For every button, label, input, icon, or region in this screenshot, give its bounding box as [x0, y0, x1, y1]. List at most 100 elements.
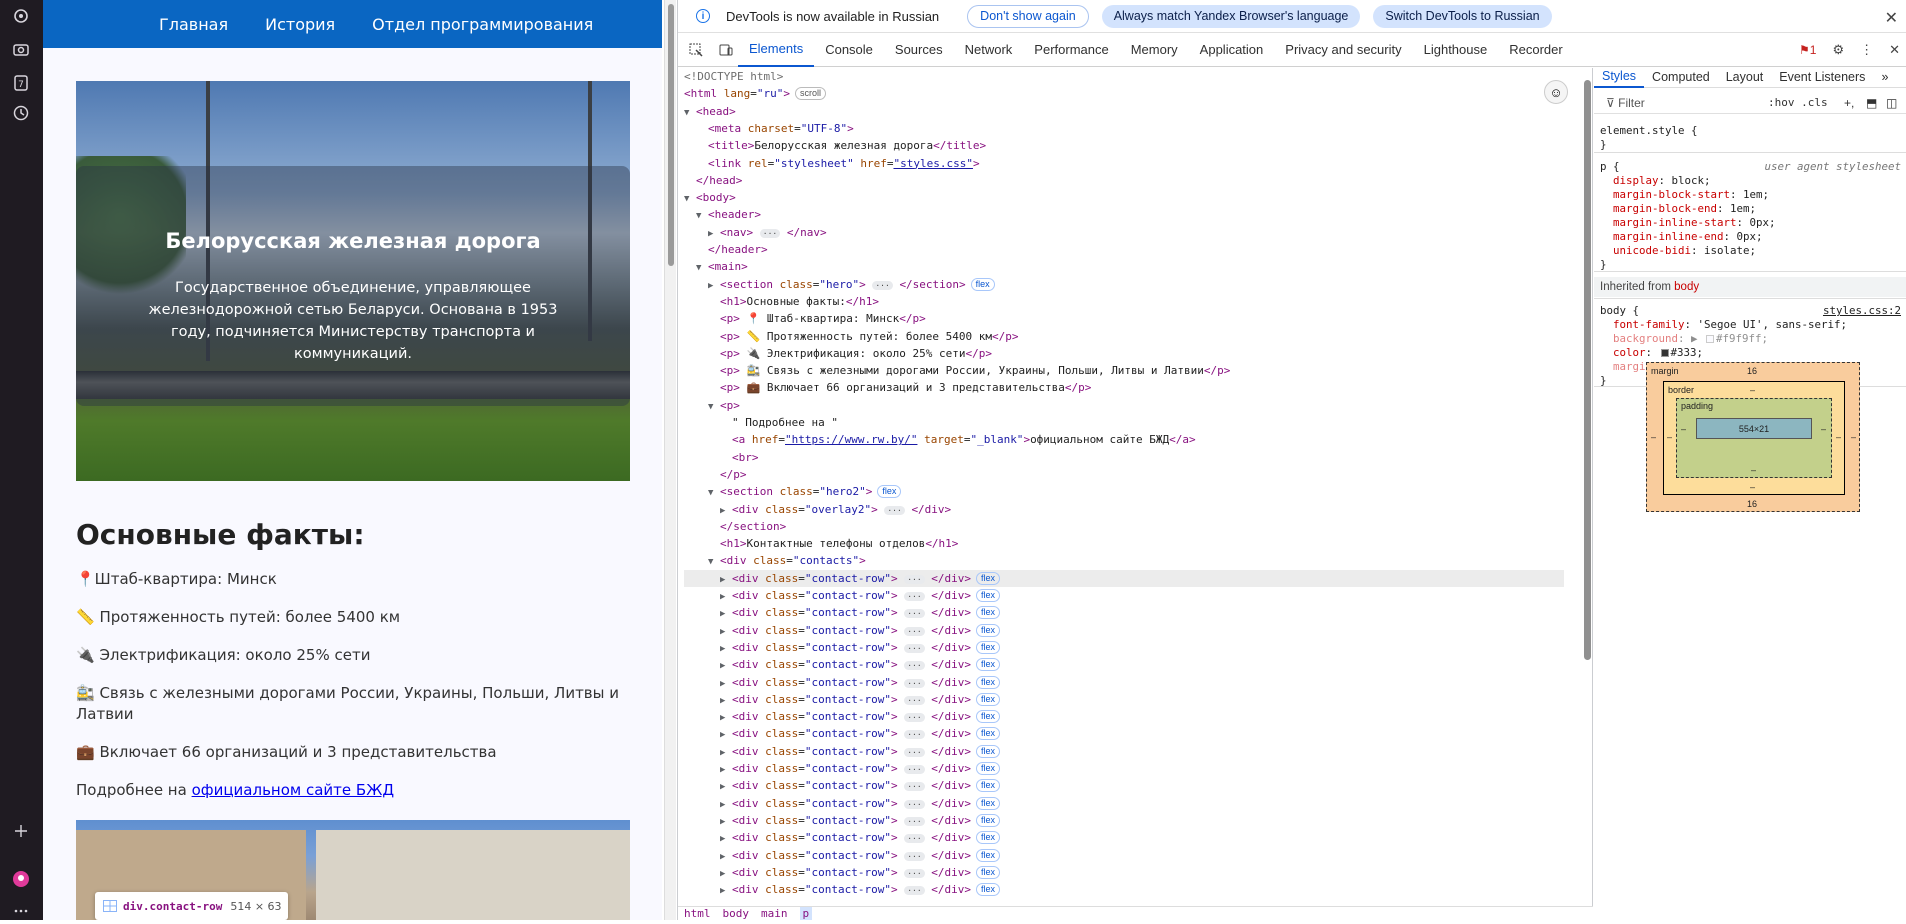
- border-bottom-value[interactable]: –: [1750, 482, 1755, 492]
- dom-node-line[interactable]: <h1>Основные факты:</h1>: [720, 293, 879, 310]
- more-options-icon[interactable]: ⋮: [1860, 42, 1873, 58]
- sidebar-toggle-icon[interactable]: ◫: [1886, 96, 1897, 110]
- history-icon[interactable]: [8, 100, 34, 126]
- dom-node-line[interactable]: ▶ <section class="hero"> ··· </section> fl…: [708, 276, 995, 293]
- contact-row-node[interactable]: ▶ <div class="contact-row"> ··· </div> fle…: [684, 881, 1564, 898]
- contact-row-node[interactable]: ▶ <div class="contact-row"> ··· </div> fle…: [684, 795, 1564, 812]
- dom-node-line[interactable]: <p> 📏 Протяженность путей: более 5400 км…: [720, 328, 1018, 345]
- contact-row-node[interactable]: ▶ <div class="contact-row"> ··· </div> fle…: [684, 587, 1564, 604]
- dont-show-again-button[interactable]: Don't show again: [967, 4, 1089, 28]
- dom-node-line[interactable]: <h1>Контактные телефоны отделов</h1>: [720, 535, 958, 552]
- box-model-content[interactable]: 554×21: [1696, 418, 1812, 439]
- dom-node-line[interactable]: <link rel="stylesheet" href="styles.css"…: [708, 155, 980, 172]
- page-scrollbar[interactable]: [664, 0, 676, 920]
- dom-node-line[interactable]: <br>: [732, 449, 759, 466]
- style-declaration[interactable]: margin-block-start: 1em;: [1600, 188, 1769, 202]
- dom-node-line[interactable]: <a href="https://www.rw.by/" target="_bl…: [732, 431, 1196, 448]
- switch-language-button[interactable]: Switch DevTools to Russian: [1373, 4, 1552, 28]
- dom-node-line[interactable]: ▼ <head>: [684, 103, 736, 120]
- close-icon[interactable]: ✕: [1885, 8, 1898, 28]
- dom-node-line[interactable]: ▼ <main>: [696, 258, 748, 275]
- ai-assistant-icon[interactable]: [8, 3, 34, 29]
- elements-scrollbar-thumb[interactable]: [1584, 80, 1591, 660]
- nav-link-programming[interactable]: Отдел программирования: [372, 15, 593, 34]
- breadcrumb-p[interactable]: p: [799, 907, 813, 920]
- dom-node-line[interactable]: <p> 📍 Штаб-квартира: Минск</p>: [720, 310, 926, 327]
- style-declaration[interactable]: p {: [1600, 160, 1620, 174]
- paint-icon[interactable]: ⬒: [1866, 96, 1877, 110]
- contact-row-node[interactable]: ▶ <div class="contact-row"> ··· </div> fle…: [684, 708, 1564, 725]
- more-tabs-icon[interactable]: »: [1873, 66, 1896, 88]
- breadcrumb-main[interactable]: main: [761, 907, 788, 920]
- add-rule-icon[interactable]: +,: [1844, 96, 1854, 110]
- tab-computed[interactable]: Computed: [1644, 66, 1718, 88]
- contact-row-node[interactable]: ▶ <div class="contact-row"> ··· </div> fle…: [684, 847, 1564, 864]
- style-declaration[interactable]: background: ▶ #f9f9ff;: [1600, 332, 1768, 346]
- contact-row-node[interactable]: ▶ <div class="contact-row"> ··· </div> fle…: [684, 674, 1564, 691]
- style-declaration[interactable]: unicode-bidi: isolate;: [1600, 244, 1756, 258]
- tab-elements[interactable]: Elements: [738, 33, 815, 67]
- filter-input[interactable]: Filter: [1618, 96, 1645, 110]
- border-top-value[interactable]: –: [1750, 385, 1755, 395]
- contact-row-node[interactable]: ▶ <div class="contact-row"> ··· </div> fle…: [684, 812, 1564, 829]
- tab-layout[interactable]: Layout: [1718, 66, 1772, 88]
- border-right-value[interactable]: –: [1836, 432, 1841, 442]
- contact-row-node[interactable]: ▶ <div class="contact-row"> ··· </div> fle…: [684, 622, 1564, 639]
- margin-left-value[interactable]: –: [1651, 432, 1656, 442]
- padding-bottom-value[interactable]: –: [1751, 465, 1756, 475]
- dom-node-line[interactable]: </head>: [696, 172, 742, 189]
- close-devtools-icon[interactable]: ✕: [1889, 42, 1900, 58]
- tab-event-listeners[interactable]: Event Listeners: [1771, 66, 1873, 88]
- style-declaration[interactable]: margin-inline-end: 0px;: [1600, 230, 1763, 244]
- style-declaration[interactable]: element.style {: [1600, 124, 1698, 138]
- page-scrollbar-thumb[interactable]: [668, 4, 674, 266]
- dom-node-line[interactable]: <p> 💼 Включает 66 организаций и 3 предст…: [720, 379, 1091, 396]
- dom-node-line[interactable]: ▼ <p>: [708, 397, 740, 414]
- style-declaration[interactable]: display: block;: [1600, 174, 1711, 188]
- official-site-link[interactable]: официальном сайте БЖД: [192, 781, 395, 799]
- calendar-icon[interactable]: 7: [8, 70, 34, 96]
- tab-sources[interactable]: Sources: [884, 33, 954, 67]
- contact-row-node[interactable]: ▶ <div class="contact-row"> ··· </div> fle…: [684, 656, 1564, 673]
- padding-right-value[interactable]: –: [1821, 424, 1826, 434]
- device-toolbar-icon[interactable]: [714, 38, 738, 62]
- margin-right-value[interactable]: –: [1851, 432, 1856, 442]
- inspect-element-icon[interactable]: [684, 38, 708, 62]
- contact-row-node[interactable]: ▶ <div class="contact-row"> ··· </div> fle…: [684, 777, 1564, 794]
- breadcrumb-body[interactable]: body: [723, 907, 750, 920]
- dom-node-line[interactable]: <p> 🔌 Электрификация: около 25% сети</p>: [720, 345, 992, 362]
- issues-badge[interactable]: ⚑1: [1799, 43, 1816, 57]
- alice-icon[interactable]: [8, 866, 34, 892]
- contact-row-node[interactable]: ▶ <div class="contact-row"> ··· </div> fle…: [684, 725, 1564, 742]
- contact-row-node[interactable]: ▶ <div class="contact-row"> ··· </div> fle…: [684, 691, 1564, 708]
- tab-memory[interactable]: Memory: [1120, 33, 1189, 67]
- tab-performance[interactable]: Performance: [1023, 33, 1119, 67]
- style-declaration[interactable]: }: [1600, 138, 1607, 152]
- breadcrumb-html[interactable]: html: [684, 907, 711, 920]
- contact-row-node[interactable]: ▶ <div class="contact-row"> ··· </div> fle…: [684, 639, 1564, 656]
- tab-console[interactable]: Console: [814, 33, 884, 67]
- margin-top-value[interactable]: 16: [1747, 366, 1757, 376]
- dom-node-line[interactable]: <html lang="ru"> scroll: [684, 85, 827, 102]
- dom-node-line[interactable]: " Подробнее на ": [732, 414, 838, 431]
- nav-link-home[interactable]: Главная: [159, 15, 228, 34]
- contact-row-node[interactable]: ▶ <div class="contact-row"> ··· </div> fle…: [684, 760, 1564, 777]
- dom-node-line[interactable]: ▼ <div class="contacts">: [708, 552, 866, 569]
- camera-icon[interactable]: [8, 36, 34, 62]
- padding-left-value[interactable]: –: [1681, 424, 1686, 434]
- dom-node-line[interactable]: </header>: [708, 241, 768, 258]
- stylesheet-source-link[interactable]: styles.css:2: [1823, 304, 1901, 317]
- dom-node-line[interactable]: </p>: [720, 466, 747, 483]
- tab-application[interactable]: Application: [1189, 33, 1275, 67]
- tab-styles[interactable]: Styles: [1594, 66, 1645, 88]
- border-left-value[interactable]: –: [1667, 432, 1672, 442]
- margin-bottom-value[interactable]: 16: [1747, 499, 1757, 509]
- tab-lighthouse[interactable]: Lighthouse: [1413, 33, 1499, 67]
- dom-node-line[interactable]: ▼ <section class="hero2"> flex: [708, 483, 902, 500]
- nav-link-history[interactable]: История: [265, 15, 335, 34]
- dom-node-line[interactable]: <title>Белорусская железная дорога</titl…: [708, 137, 986, 154]
- contact-row-node[interactable]: ▶ <div class="contact-row"> ··· </div> fle…: [684, 743, 1564, 760]
- dom-node-line[interactable]: </section>: [720, 518, 786, 535]
- dom-node-line[interactable]: ▶ <div class="overlay2"> ··· </div>: [720, 501, 951, 518]
- tab-recorder[interactable]: Recorder: [1498, 33, 1573, 67]
